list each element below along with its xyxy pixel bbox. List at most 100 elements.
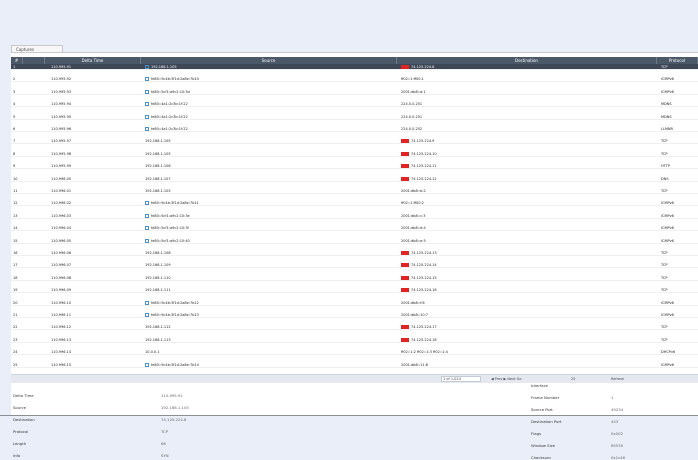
row-delta-time-text: 110.996.14: [51, 350, 72, 355]
row-destination: 2001:db8::a:1: [401, 89, 653, 95]
row-number: 6: [13, 126, 23, 132]
col-header-protocol[interactable]: Protocol: [657, 57, 698, 64]
table-row[interactable]: 25 110.996.15 fe80::9c4b:3f1d:2a8e:7b14 200…: [11, 362, 698, 368]
row-number: 24: [13, 349, 23, 355]
col-header-marker[interactable]: [23, 57, 45, 64]
table-row[interactable]: 16 110.996.06 192.168.1.108 74.125.224.13 TC…: [11, 250, 698, 256]
table-row[interactable]: 9 110.995.99 192.168.1.106 74.125.224.11 HTT…: [11, 163, 698, 170]
row-source-text: fe80::9c4b:3f1d:2a8e:7b10: [151, 77, 199, 82]
col-header-destination[interactable]: Destination: [397, 57, 657, 64]
detail-label: Source Port: [531, 407, 553, 412]
col-header-source[interactable]: Source: [141, 57, 397, 64]
refresh-button[interactable]: Refresh: [611, 376, 624, 382]
row-source: fe80::9c4b:3f1d:2a8e:7b13: [145, 312, 395, 318]
row-protocol: LLMNR: [661, 126, 697, 132]
table-row[interactable]: 11 110.996.01 192.168.1.105 2001:db8::b:2 TC…: [11, 188, 698, 194]
row-destination-text: 74.125.224.12: [411, 176, 437, 181]
row-destination: 74.125.224.18: [401, 337, 653, 343]
table-row[interactable]: 19 110.996.09 192.168.1.111 74.125.224.16 TC…: [11, 287, 698, 294]
row-number: 22: [13, 324, 23, 330]
row-protocol-text: ICMPv6: [661, 313, 674, 317]
table-row[interactable]: 8 110.995.98 192.168.1.105 74.125.224.10 TCP: [11, 151, 698, 157]
network-interface-icon: [145, 77, 149, 82]
row-delta-time: 110.995.98: [51, 151, 141, 157]
row-protocol: HTTP: [661, 163, 697, 169]
table-row[interactable]: 7 110.995.97 192.168.1.105 74.125.224.9 TCP: [11, 138, 698, 145]
captures-tab[interactable]: Captures: [11, 45, 63, 52]
row-number: 13: [13, 213, 23, 219]
network-interface-icon: [145, 201, 149, 206]
row-source-text: 192.168.1.110: [145, 275, 171, 280]
detail-value: 49234: [611, 407, 624, 412]
row-number-text: 8: [13, 151, 16, 156]
table-row[interactable]: 15 110.996.05 fe80::5cf1:a9c2:10:40 2001:db…: [11, 238, 698, 244]
table-row[interactable]: 6 110.995.96 fe80::4a1:2c3b:1f:22 224.0.0.2…: [11, 126, 698, 132]
table-row[interactable]: 2 110.995.92 fe80::9c4b:3f1d:2a8e:7b10 ff02…: [11, 76, 698, 83]
per-page-select[interactable]: 25: [571, 376, 575, 382]
table-row[interactable]: 22 110.996.12 192.168.1.112 74.125.224.17 TC…: [11, 324, 698, 331]
table-row[interactable]: 17 110.996.07 192.168.1.109 74.125.224.14 TC…: [11, 262, 698, 269]
row-protocol-text: ICMPv6: [661, 238, 674, 243]
row-source: fe80::4a1:2c3b:1f:22: [145, 126, 395, 132]
table-row[interactable]: 4 110.995.94 fe80::4a1:2c3b:1f:22 224.0.0.2…: [11, 101, 698, 108]
col-header-delta-time[interactable]: Delta Time: [45, 57, 141, 64]
row-delta-time: 110.996.14: [51, 349, 141, 355]
status-divider: [0, 415, 698, 416]
row-destination: 2001:db8::11:8: [401, 362, 653, 368]
row-delta-time: 110.995.93: [51, 89, 141, 95]
row-number: 25: [13, 362, 23, 368]
row-delta-time-text: 110.996.09: [51, 288, 72, 293]
row-destination-text: 74.125.224.13: [411, 251, 437, 255]
row-destination: ff02::1:ff00:2: [401, 200, 653, 206]
row-source-text: 192.168.1.108: [145, 251, 171, 255]
table-row[interactable]: 10 110.996.00 192.168.1.107 74.125.224.12 DN…: [11, 176, 698, 182]
table-row[interactable]: 5 110.995.95 fe80::4a1:2c3b:1f:22 224.0.0.2…: [11, 114, 698, 120]
table-row[interactable]: 3 110.995.93 fe80::5cf1:a9c2:10:3d 2001:db8…: [11, 89, 698, 95]
row-destination: 2001:db8::10:7: [401, 312, 653, 318]
table-row[interactable]: 1 110.995.91 192.168.1.105 74.125.224.8 TCP: [11, 64, 698, 70]
row-source: 192.168.1.109: [145, 262, 395, 268]
row-source-text: 192.168.1.113: [145, 337, 171, 342]
row-protocol: ICMPv6: [661, 300, 697, 306]
table-row[interactable]: 18 110.996.08 192.168.1.110 74.125.224.15 TC…: [11, 275, 698, 281]
table-row[interactable]: 24 110.996.14 10.0.0.1 ff02::1:2 ff02::1:3 …: [11, 349, 698, 356]
detail-value: 0x002: [611, 431, 623, 436]
row-destination: 2001:db8::e:5: [401, 238, 653, 244]
table-row[interactable]: 21 110.996.11 fe80::9c4b:3f1d:2a8e:7b13 200…: [11, 312, 698, 318]
row-delta-time: 110.995.96: [51, 126, 141, 132]
row-delta-time-text: 110.995.94: [51, 102, 72, 107]
row-number: 23: [13, 337, 23, 343]
table-row[interactable]: 20 110.996.10 fe80::9c4b:3f1d:2a8e:7b12 200…: [11, 300, 698, 306]
row-destination: 2001:db8::c:3: [401, 213, 653, 219]
table-row[interactable]: 12 110.996.02 fe80::9c4b:3f1d:2a8e:7b11 ff0…: [11, 200, 698, 207]
table-row[interactable]: 13 110.996.03 fe80::5cf1:a9c2:10:3e 2001:db…: [11, 213, 698, 219]
row-destination-text: 224.0.0.251: [401, 114, 423, 119]
row-source-text: 192.168.1.105: [145, 151, 171, 156]
row-delta-time: 110.996.02: [51, 200, 141, 206]
flag-icon: [401, 275, 409, 280]
table-row[interactable]: 23 110.996.13 192.168.1.113 74.125.224.18 TC…: [11, 337, 698, 343]
row-protocol-text: DNS: [661, 176, 669, 181]
row-number: 12: [13, 200, 23, 206]
row-delta-time-text: 110.996.15: [51, 362, 72, 367]
row-destination-text: 2001:db8::a:1: [401, 89, 426, 94]
row-destination-text: 2001:db8::b:2: [401, 189, 426, 193]
page-navigation[interactable]: ◀ Prev ▶ Next Go: [491, 376, 521, 382]
col-header-number[interactable]: #: [11, 57, 23, 64]
row-source-text: 192.168.1.112: [145, 325, 171, 330]
row-number-text: 22: [13, 325, 18, 330]
row-source: fe80::4a1:2c3b:1f:22: [145, 114, 395, 120]
table-row[interactable]: 14 110.996.04 fe80::5cf1:a9c2:10:3f 2001:db…: [11, 225, 698, 232]
row-protocol: TCP: [661, 324, 697, 330]
row-protocol-text: TCP: [661, 251, 668, 255]
flag-icon: [401, 325, 409, 330]
network-interface-icon: [145, 213, 149, 218]
network-interface-icon: [145, 89, 149, 94]
row-number-text: 4: [13, 102, 16, 107]
row-protocol: DHCPv6: [661, 349, 697, 355]
row-delta-time: 110.996.09: [51, 287, 141, 293]
network-interface-icon: [145, 238, 149, 243]
row-destination: 74.125.224.15: [401, 275, 653, 281]
row-source: 192.168.1.105: [145, 64, 395, 70]
row-protocol-text: MDNS: [661, 102, 672, 107]
